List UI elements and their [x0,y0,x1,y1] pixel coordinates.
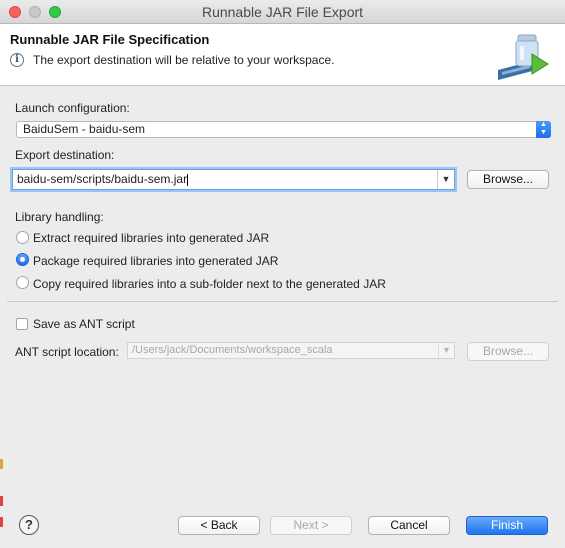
export-browse-button[interactable]: Browse... [467,170,549,189]
background-window-edge [0,496,3,506]
launch-configuration-value: BaiduSem - baidu-sem [23,122,146,136]
extract-libraries-radio[interactable] [16,231,29,244]
save-ant-checkbox[interactable] [16,318,28,330]
extract-libraries-label[interactable]: Extract required libraries into generate… [33,231,269,245]
ant-location-label: ANT script location: [15,345,119,359]
banner-message: The export destination will be relative … [33,53,335,67]
ant-location-value: /Users/jack/Documents/workspace_scala [132,344,333,356]
copy-libraries-label[interactable]: Copy required libraries into a sub-folde… [33,277,386,291]
copy-libraries-radio[interactable] [16,276,29,289]
library-handling-label: Library handling: [15,210,104,224]
next-button[interactable]: Next > [270,516,352,535]
window-title: Runnable JAR File Export [201,4,364,20]
background-window-edge [0,459,3,469]
banner-title: Runnable JAR File Specification [10,32,210,47]
wizard-content: Launch configuration: BaiduSem - baidu-s… [0,86,565,498]
launch-configuration-select[interactable]: BaiduSem - baidu-sem ▲ ▼ [16,121,551,138]
ant-browse-button[interactable]: Browse... [467,342,549,361]
wizard-banner: Runnable JAR File Specification i The ex… [0,24,565,86]
package-libraries-label[interactable]: Package required libraries into generate… [33,254,278,268]
export-destination-input[interactable]: baidu-sem/scripts/baidu-sem.jar ▼ [12,169,455,190]
ant-location-input[interactable]: /Users/jack/Documents/workspace_scala ▼ [127,342,455,359]
export-dialog: Runnable JAR File Export Runnable JAR Fi… [0,0,565,548]
export-destination-value: baidu-sem/scripts/baidu-sem.jar [17,172,188,186]
title-bar: Runnable JAR File Export [0,0,565,24]
button-bar: ? < Back Next > Cancel Finish [0,498,565,548]
finish-button[interactable]: Finish [466,516,548,535]
save-ant-label[interactable]: Save as ANT script [33,317,135,331]
back-button[interactable]: < Back [178,516,260,535]
jar-export-icon [498,34,549,80]
chevron-down-icon[interactable]: ▼ [438,343,454,358]
launch-configuration-label: Launch configuration: [15,101,130,115]
separator [7,301,558,302]
export-destination-label: Export destination: [15,148,115,162]
package-libraries-radio[interactable] [16,253,29,266]
info-icon: i [10,53,24,67]
chevron-down-icon[interactable]: ▼ [437,170,454,189]
background-window-edge [0,517,3,527]
help-icon[interactable]: ? [19,515,39,535]
updown-chevron-icon: ▲ ▼ [536,121,551,138]
cancel-button[interactable]: Cancel [368,516,450,535]
